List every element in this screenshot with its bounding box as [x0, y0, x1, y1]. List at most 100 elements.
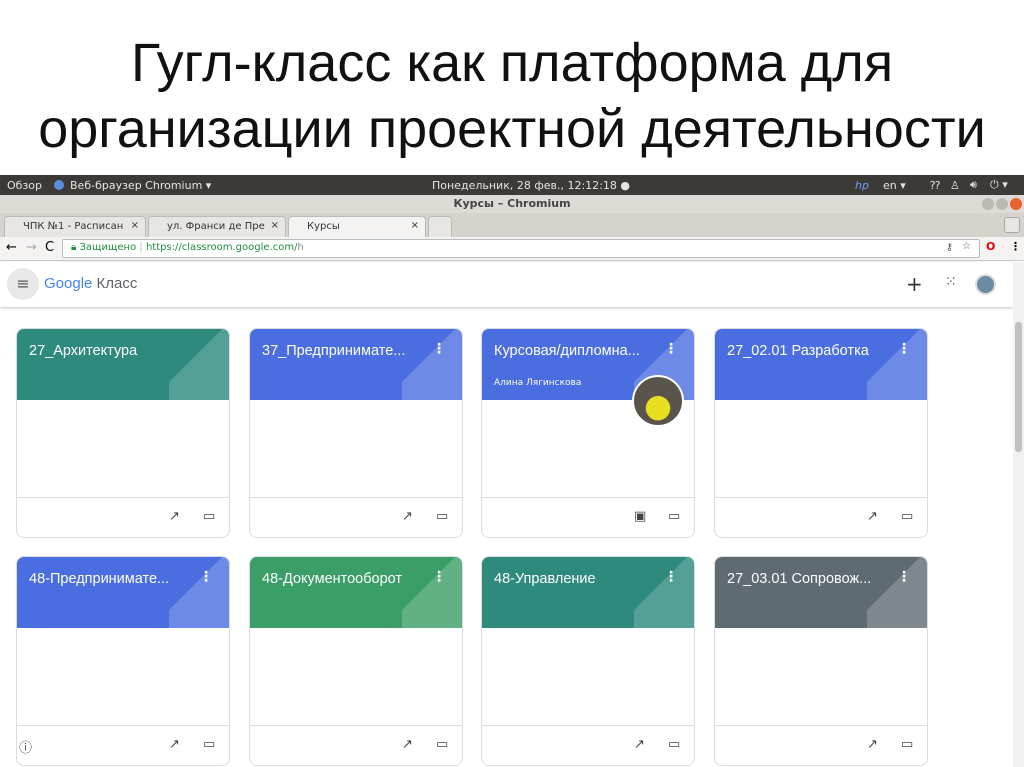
tab-courses[interactable]: Курсы × [288, 216, 426, 237]
folder-icon[interactable]: ▭ [203, 737, 215, 752]
profile-icon[interactable] [1004, 217, 1020, 233]
course-card-header[interactable]: 37_Предпринимате... ⋮ [250, 329, 462, 400]
course-card[interactable]: 27_02.01 Разработка ⋮ ↗ ▭ [714, 328, 928, 538]
more-options-icon[interactable]: ⋮ [664, 569, 678, 585]
star-icon[interactable]: ☆ [962, 241, 971, 252]
more-options-icon[interactable]: ⋮ [432, 341, 446, 357]
course-illustration [867, 329, 927, 400]
scrollbar[interactable] [1013, 262, 1024, 767]
folder-icon[interactable]: ▭ [668, 737, 680, 752]
more-options-icon[interactable]: ⋮ [897, 569, 911, 585]
logo-product: Класс [96, 275, 138, 292]
classroom-logo[interactable]: Google Класс [44, 275, 137, 292]
close-icon[interactable]: × [411, 220, 419, 231]
course-title[interactable]: 27_03.01 Сопровож... [727, 571, 871, 587]
course-card[interactable]: 27_Архитектура ↗ ▭ [16, 328, 230, 538]
help-icon[interactable]: ⓘ [19, 737, 32, 756]
trending-icon[interactable]: ↗ [402, 737, 413, 752]
course-title[interactable]: 48-Предпринимате... [29, 571, 169, 587]
course-title[interactable]: 48-Документооборот [262, 571, 402, 587]
course-card[interactable]: 48-Предпринимате... ⋮ ⓘ ↗ ▭ [16, 556, 230, 766]
url-input[interactable]: 🔒︎ Защищено | https://classroom.google.c… [62, 239, 980, 258]
logo-google: Google [44, 275, 93, 292]
forward-icon[interactable]: → [26, 240, 37, 255]
maximize-button[interactable] [996, 198, 1008, 210]
more-options-icon[interactable]: ⋮ [199, 569, 213, 585]
trending-icon[interactable]: ↗ [402, 509, 413, 524]
language-menu[interactable]: en ▾ [883, 179, 906, 192]
course-card-header[interactable]: 27_03.01 Сопровож... ⋮ [715, 557, 927, 628]
window-title-bar: Курсы – Chromium [0, 195, 1024, 213]
course-card[interactable]: Курсовая/дипломна... Алина Лягинскова ⋮ ▣ ▭ [481, 328, 695, 538]
new-tab-button[interactable] [428, 216, 452, 237]
os-top-bar: Обзор Веб-браузер Chromium ▾ Понедельник… [0, 175, 1024, 195]
folder-icon[interactable]: ▭ [901, 737, 913, 752]
folder-icon[interactable]: ▭ [436, 737, 448, 752]
course-card[interactable]: 48-Управление ⋮ ↗ ▭ [481, 556, 695, 766]
gradebook-icon[interactable]: ▣ [634, 509, 646, 524]
volume-icon[interactable]: 🔊︎ [970, 178, 977, 192]
teacher-avatar [632, 375, 684, 427]
window-title: Курсы – Chromium [453, 197, 571, 210]
course-card-header[interactable]: 48-Документооборот ⋮ [250, 557, 462, 628]
url-host: https://classroom.google.com/ [145, 242, 298, 253]
tab-maps[interactable]: ул. Франси де Пре × [148, 216, 286, 237]
opera-icon[interactable]: O [986, 240, 995, 253]
scrollbar-thumb[interactable] [1015, 322, 1022, 452]
more-options-icon[interactable]: ⋮ [432, 569, 446, 585]
more-options-icon[interactable]: ⋮ [897, 341, 911, 357]
course-card-header[interactable]: 48-Предпринимате... ⋮ [17, 557, 229, 628]
course-card-header[interactable]: 27_02.01 Разработка ⋮ [715, 329, 927, 400]
course-title[interactable]: 27_02.01 Разработка [727, 343, 869, 359]
folder-icon[interactable]: ▭ [668, 509, 680, 524]
course-illustration [169, 329, 229, 400]
folder-icon[interactable]: ▭ [436, 509, 448, 524]
apps-grid-icon[interactable]: ⁙ [945, 274, 957, 290]
power-icon[interactable]: ⏻ ▾ [990, 178, 1008, 192]
user-icon[interactable]: ♙ [950, 179, 960, 192]
back-icon[interactable]: ← [6, 240, 17, 255]
close-icon[interactable]: × [271, 220, 279, 231]
hamburger-menu-icon[interactable]: ≡ [7, 268, 39, 300]
key-icon[interactable]: ⚷ [946, 242, 953, 253]
overview-button[interactable]: Обзор [7, 179, 42, 192]
course-title[interactable]: 48-Управление [494, 571, 596, 587]
course-card-footer: ↗ ▭ [715, 725, 927, 765]
course-illustration [402, 557, 462, 628]
avatar[interactable] [975, 274, 996, 295]
add-course-button[interactable]: + [906, 272, 923, 296]
course-teacher: Алина Лягинскова [494, 378, 582, 388]
course-illustration [402, 329, 462, 400]
folder-icon[interactable]: ▭ [203, 509, 215, 524]
folder-icon[interactable]: ▭ [901, 509, 913, 524]
course-title[interactable]: 37_Предпринимате... [262, 343, 405, 359]
course-card-header[interactable]: 48-Управление ⋮ [482, 557, 694, 628]
trending-icon[interactable]: ↗ [634, 737, 645, 752]
course-title[interactable]: Курсовая/дипломна... [494, 343, 640, 359]
close-icon[interactable]: × [131, 220, 139, 231]
reload-icon[interactable]: C [45, 240, 54, 255]
course-illustration [169, 557, 229, 628]
course-card-header[interactable]: 27_Архитектура [17, 329, 229, 400]
trending-icon[interactable]: ↗ [169, 509, 180, 524]
course-card-footer: ⓘ ↗ ▭ [17, 725, 229, 765]
course-card[interactable]: 27_03.01 Сопровож... ⋮ ↗ ▭ [714, 556, 928, 766]
course-illustration [634, 557, 694, 628]
url-path: h [297, 242, 304, 253]
tab-schedule[interactable]: ЧПК №1 - Расписан × [4, 216, 146, 237]
hp-icon[interactable]: hp [855, 179, 869, 192]
close-window-button[interactable] [1010, 198, 1022, 210]
more-options-icon[interactable]: ⋮ [664, 341, 678, 357]
minimize-button[interactable] [982, 198, 994, 210]
network-icon[interactable]: ⁇ [930, 179, 940, 192]
course-card[interactable]: 37_Предпринимате... ⋮ ↗ ▭ [249, 328, 463, 538]
app-menu[interactable]: Веб-браузер Chromium ▾ [70, 179, 211, 192]
course-title[interactable]: 27_Архитектура [29, 343, 137, 359]
trending-icon[interactable]: ↗ [867, 737, 878, 752]
trending-icon[interactable]: ↗ [867, 509, 878, 524]
course-card[interactable]: 48-Документооборот ⋮ ↗ ▭ [249, 556, 463, 766]
browser-menu-icon[interactable]: ⋮ [1010, 240, 1021, 253]
clock[interactable]: Понедельник, 28 фев., 12:12:18 ● [432, 179, 630, 192]
course-card-footer: ▣ ▭ [482, 497, 694, 537]
trending-icon[interactable]: ↗ [169, 737, 180, 752]
